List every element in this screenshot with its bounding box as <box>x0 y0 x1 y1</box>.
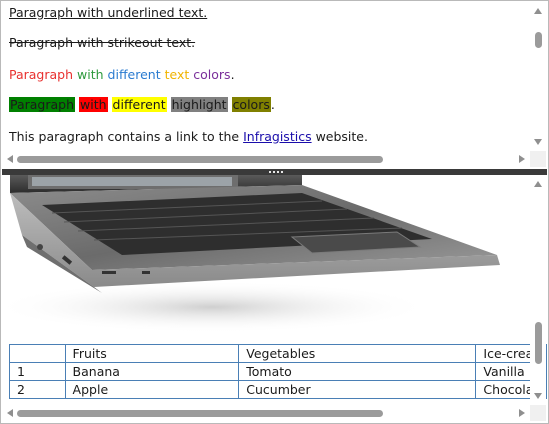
strikeout-paragraph: Paragraph with strikeout text. <box>9 35 195 51</box>
link-prefix-text: This paragraph contains a link to the <box>9 129 244 144</box>
bottom-pane[interactable]: Fruits Vegetables Ice-cream 1 Banana Tom… <box>2 175 547 422</box>
bottom-vertical-scrollbar[interactable] <box>530 175 546 405</box>
highlighted-word: different <box>111 97 167 112</box>
table-cell[interactable]: 2 <box>9 380 66 399</box>
top-pane[interactable]: Paragraph with underlined text. Paragrap… <box>2 2 547 169</box>
table-header-cell[interactable] <box>9 344 66 363</box>
scroll-up-arrow-icon[interactable] <box>534 181 542 187</box>
underlined-paragraph: Paragraph with underlined text. <box>9 5 207 21</box>
colored-word: text <box>164 67 190 82</box>
table-header-cell[interactable]: Vegetables <box>238 344 477 363</box>
splitter-grip-icon[interactable] <box>269 170 285 174</box>
highlighted-word: colors <box>231 97 271 112</box>
link-suffix-text: website. <box>311 129 368 144</box>
scroll-right-arrow-icon[interactable] <box>519 155 525 163</box>
highlighted-word: highlight <box>170 97 228 112</box>
data-table: Fruits Vegetables Ice-cream 1 Banana Tom… <box>9 344 547 399</box>
scroll-down-arrow-icon[interactable] <box>534 393 542 399</box>
colored-word: with <box>77 67 104 82</box>
table-header-row: Fruits Vegetables Ice-cream <box>9 344 547 363</box>
vertical-scroll-thumb[interactable] <box>535 322 542 364</box>
colored-word: Paragraph <box>9 67 74 82</box>
table-cell[interactable]: Banana <box>64 362 240 381</box>
link-paragraph: This paragraph contains a link to the In… <box>9 129 368 145</box>
colored-word: different <box>107 67 161 82</box>
scroll-down-arrow-icon[interactable] <box>534 139 542 145</box>
table-cell[interactable]: 1 <box>9 362 66 381</box>
table-cell[interactable]: Tomato <box>238 362 477 381</box>
table-header-cell[interactable]: Fruits <box>64 344 240 363</box>
colored-word: colors <box>193 67 231 82</box>
horizontal-scroll-thumb[interactable] <box>17 410 383 417</box>
colored-text-paragraph: Paragraph with different text colors. <box>9 67 235 83</box>
scrollbar-corner <box>530 405 546 421</box>
table-cell[interactable]: Apple <box>64 380 240 399</box>
period: . <box>230 67 235 82</box>
scroll-left-arrow-icon[interactable] <box>7 155 13 163</box>
highlighted-word: Paragraph <box>9 97 76 112</box>
strikeout-text: Paragraph with strikeout text. <box>9 35 196 50</box>
scroll-left-arrow-icon[interactable] <box>7 409 13 417</box>
vertical-scroll-thumb[interactable] <box>535 32 542 48</box>
laptop-image <box>2 175 500 333</box>
infragistics-link[interactable]: Infragistics <box>243 129 312 144</box>
table-cell[interactable]: Cucumber <box>238 380 477 399</box>
horizontal-scroll-thumb[interactable] <box>17 156 383 163</box>
highlight-paragraph: Paragraph with different highlight color… <box>9 97 275 113</box>
underlined-text: Paragraph with underlined text. <box>9 5 208 20</box>
scroll-up-arrow-icon[interactable] <box>534 8 542 14</box>
table-row: 2 Apple Cucumber Chocolate <box>9 380 547 399</box>
scroll-right-arrow-icon[interactable] <box>519 409 525 417</box>
table-row: 1 Banana Tomato Vanilla <box>9 362 547 381</box>
document-viewer: Paragraph with underlined text. Paragrap… <box>0 0 549 424</box>
highlighted-word: with <box>79 97 108 112</box>
top-vertical-scrollbar[interactable] <box>530 2 546 151</box>
top-horizontal-scrollbar[interactable] <box>2 151 530 167</box>
bottom-horizontal-scrollbar[interactable] <box>2 405 530 421</box>
scrollbar-corner <box>530 151 546 167</box>
period: . <box>270 97 275 112</box>
